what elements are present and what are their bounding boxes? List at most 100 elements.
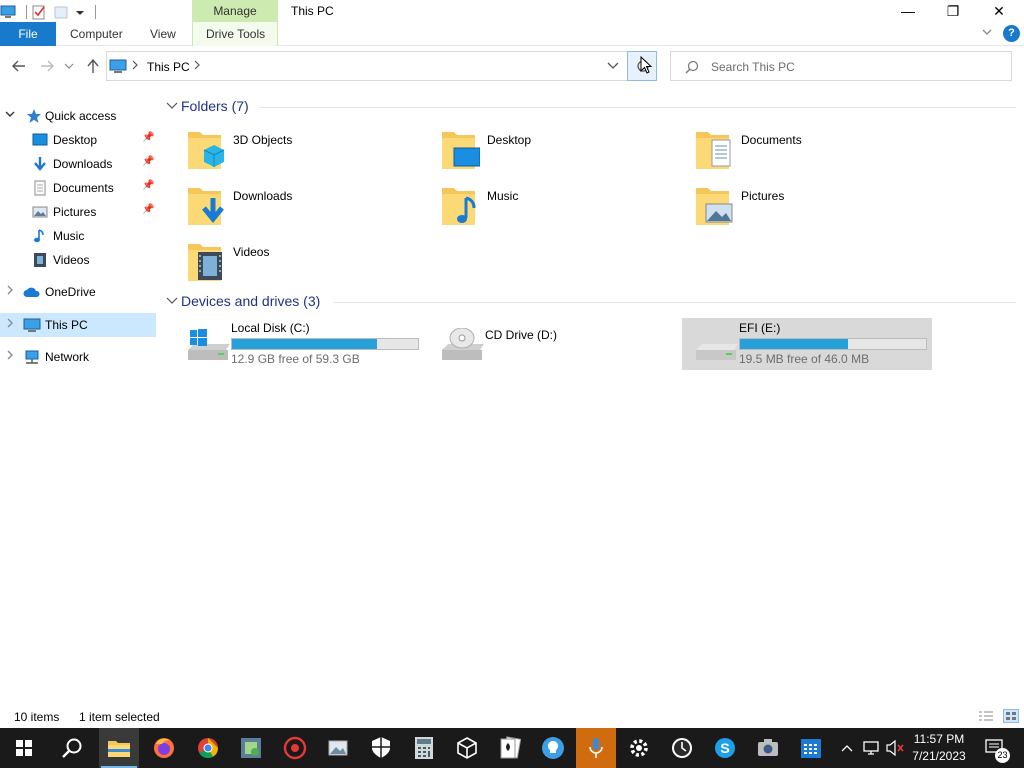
help-icon[interactable]: ? xyxy=(1003,25,1020,42)
settings-taskbar-button[interactable] xyxy=(619,728,659,768)
camera-taskbar-button[interactable] xyxy=(748,728,788,768)
new-folder-icon[interactable] xyxy=(53,4,69,20)
network-tray-icon[interactable] xyxy=(860,728,882,768)
file-explorer-taskbar-button[interactable] xyxy=(99,728,139,768)
breadcrumb-separator-icon[interactable] xyxy=(193,59,201,74)
nav-music[interactable]: Music xyxy=(0,224,156,248)
show-hidden-icons-chevron-icon[interactable] xyxy=(836,728,858,768)
close-button[interactable]: ✕ xyxy=(976,0,1022,22)
nav-videos[interactable]: Videos xyxy=(0,248,156,272)
up-arrow-icon[interactable] xyxy=(83,58,103,76)
folder-pictures[interactable]: Pictures xyxy=(678,184,928,236)
folder-documents[interactable]: Documents xyxy=(678,128,928,180)
pin-icon[interactable]: 📌 xyxy=(142,132,154,143)
search-input[interactable]: Search This PC xyxy=(711,60,795,74)
nav-network[interactable]: Network xyxy=(0,345,156,369)
firefox-icon xyxy=(154,738,174,758)
group-collapse-chevron-icon[interactable] xyxy=(166,294,178,309)
app-taskbar-button[interactable] xyxy=(318,728,358,768)
pin-icon[interactable]: 📌 xyxy=(142,156,154,167)
collapsed-chevron-icon[interactable] xyxy=(5,318,15,331)
nav-desktop[interactable]: Desktop 📌 xyxy=(0,128,156,152)
image-viewer-icon xyxy=(328,740,348,756)
search-box[interactable]: Search This PC xyxy=(670,51,1012,81)
app-taskbar-button[interactable] xyxy=(275,728,315,768)
app-taskbar-button[interactable] xyxy=(231,728,271,768)
clock-date: 7/21/2023 xyxy=(912,749,966,763)
downloads-folder-icon xyxy=(186,184,226,228)
nav-downloads[interactable]: Downloads 📌 xyxy=(0,152,156,176)
details-view-icon[interactable] xyxy=(978,710,994,725)
volume-muted-icon[interactable] xyxy=(884,728,906,768)
pin-icon[interactable]: 📌 xyxy=(142,204,154,215)
tab-drive-tools[interactable]: Drive Tools xyxy=(206,22,265,46)
tips-taskbar-button[interactable] xyxy=(533,728,573,768)
media-app-taskbar-button[interactable] xyxy=(576,728,616,768)
drive-local-disk-c[interactable]: Local Disk (C:) 12.9 GB free of 59.3 GB xyxy=(174,318,426,370)
calendar-icon xyxy=(801,739,821,758)
nav-this-pc[interactable]: This PC xyxy=(0,313,156,337)
back-arrow-icon[interactable] xyxy=(9,58,29,76)
start-button[interactable] xyxy=(4,728,44,768)
folder-videos[interactable]: Videos xyxy=(170,240,420,292)
calculator-taskbar-button[interactable] xyxy=(404,728,444,768)
skype-taskbar-button[interactable]: S xyxy=(705,728,745,768)
search-taskbar-button[interactable] xyxy=(52,728,92,768)
collapsed-chevron-icon[interactable] xyxy=(5,285,15,298)
3d-viewer-taskbar-button[interactable] xyxy=(447,728,487,768)
security-taskbar-button[interactable] xyxy=(361,728,401,768)
alarms-clock-taskbar-button[interactable] xyxy=(662,728,702,768)
group-collapse-chevron-icon[interactable] xyxy=(166,99,178,114)
folder-icon xyxy=(108,741,130,757)
address-bar[interactable]: This PC xyxy=(106,51,628,81)
cd-drive-icon xyxy=(440,327,484,364)
nav-documents[interactable]: Documents 📌 xyxy=(0,176,156,200)
breadcrumb-this-pc[interactable]: This PC xyxy=(147,60,190,74)
tab-computer[interactable]: Computer xyxy=(70,22,123,46)
folder-3d-objects[interactable]: 3D Objects xyxy=(170,128,420,180)
expand-ribbon-chevron-icon[interactable] xyxy=(981,26,993,41)
calendar-taskbar-button[interactable] xyxy=(791,728,831,768)
customize-qat-chevron-icon[interactable] xyxy=(75,4,85,20)
drive-efi-e[interactable]: EFI (E:) 19.5 MB free of 46.0 MB xyxy=(682,318,932,370)
nav-label: Videos xyxy=(53,253,90,267)
folder-desktop[interactable]: Desktop xyxy=(424,128,674,180)
tab-file[interactable]: File xyxy=(0,22,56,46)
this-pc-icon[interactable] xyxy=(0,4,16,20)
nav-pictures[interactable]: Pictures 📌 xyxy=(0,200,156,224)
calculator-icon xyxy=(415,737,433,759)
firefox-taskbar-button[interactable] xyxy=(144,728,184,768)
folder-music[interactable]: Music xyxy=(424,184,674,236)
drive-cd-d[interactable]: CD Drive (D:) xyxy=(428,318,680,370)
drive-usage-fill xyxy=(740,339,848,349)
chrome-taskbar-button[interactable] xyxy=(188,728,228,768)
tab-view[interactable]: View xyxy=(150,22,176,46)
folder-label: 3D Objects xyxy=(233,133,293,147)
forward-arrow-icon[interactable] xyxy=(37,58,57,76)
properties-icon[interactable] xyxy=(31,4,47,20)
drives-group-header[interactable]: Devices and drives (3) xyxy=(166,291,1016,313)
expanded-chevron-icon[interactable] xyxy=(5,109,15,122)
recent-locations-chevron-icon[interactable] xyxy=(62,58,76,76)
microphone-icon xyxy=(589,738,603,758)
folder-downloads[interactable]: Downloads xyxy=(170,184,420,236)
address-history-chevron-icon[interactable] xyxy=(607,60,619,75)
breadcrumb-separator-icon xyxy=(131,59,139,74)
refresh-button[interactable] xyxy=(627,51,657,81)
folders-group-header[interactable]: Folders (7) xyxy=(166,96,1016,118)
minimize-button[interactable]: — xyxy=(885,0,931,22)
pin-icon[interactable]: 📌 xyxy=(142,180,154,191)
large-icons-view-icon[interactable] xyxy=(1003,709,1019,723)
taskbar-clock[interactable]: 11:57 PM 7/21/2023 xyxy=(904,731,974,765)
maximize-button[interactable]: ❐ xyxy=(930,0,976,22)
collapsed-chevron-icon[interactable] xyxy=(5,350,15,363)
cloud-icon xyxy=(23,284,40,300)
nav-quick-access[interactable]: Quick access xyxy=(0,104,156,128)
clock-icon xyxy=(672,738,692,758)
pictures-folder-icon xyxy=(694,184,734,228)
toolbar-divider xyxy=(26,5,27,19)
nav-onedrive[interactable]: OneDrive xyxy=(0,280,156,304)
action-center-button[interactable]: 23 xyxy=(980,728,1010,768)
3d-objects-folder-icon xyxy=(186,128,226,172)
solitaire-taskbar-button[interactable] xyxy=(490,728,530,768)
